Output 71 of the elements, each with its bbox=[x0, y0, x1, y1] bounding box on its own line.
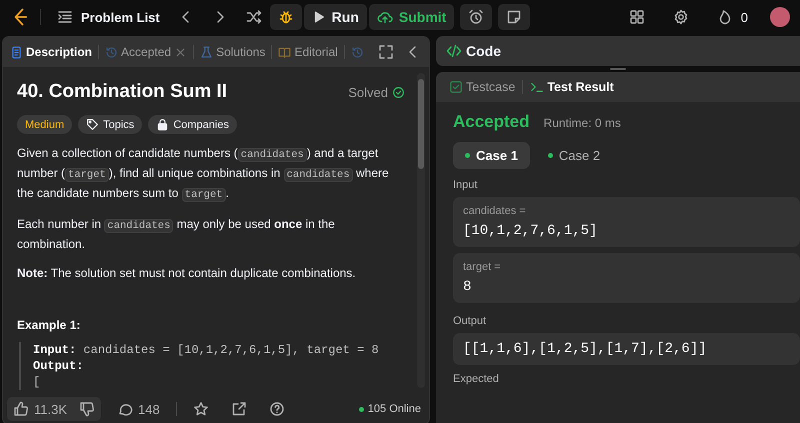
tag-chip[interactable]: Topics bbox=[78, 115, 142, 134]
submit-button[interactable]: Submit bbox=[368, 4, 454, 30]
thumbs-up-icon bbox=[13, 401, 29, 417]
book-icon bbox=[278, 46, 292, 58]
debug-button[interactable] bbox=[270, 4, 302, 30]
example-heading: Example 1: bbox=[17, 318, 82, 332]
code-panel-title: Code bbox=[466, 43, 501, 59]
flask-icon bbox=[200, 46, 214, 58]
gear-icon bbox=[672, 9, 689, 25]
tag-chip[interactable]: Companies bbox=[148, 115, 237, 134]
example-line: [ bbox=[33, 374, 42, 390]
case-tab[interactable]: Case 1 bbox=[453, 142, 530, 169]
speech-bubble-icon bbox=[117, 401, 134, 417]
code-icon bbox=[446, 43, 462, 59]
note-icon bbox=[506, 9, 522, 25]
variable-value: [10,1,2,7,6,1,5] bbox=[463, 223, 598, 239]
notes-button[interactable] bbox=[498, 4, 530, 30]
check-circle-icon bbox=[392, 86, 405, 98]
output-value: [[1,1,6],[1,2,5],[1,7],[2,6]] bbox=[463, 341, 708, 357]
tag-icon bbox=[86, 118, 100, 131]
variable-name: target = bbox=[463, 261, 502, 273]
share-icon bbox=[230, 401, 247, 417]
resize-handle[interactable] bbox=[610, 68, 626, 70]
scrollbar[interactable] bbox=[417, 73, 425, 388]
lock-icon bbox=[156, 118, 170, 131]
description-paragraph: Given a collection of candidate numbers ( candidates ) and a target number ( target ), find all unique combinations in candidates where the candidate numbers sum to target . bbox=[17, 145, 390, 204]
document-icon bbox=[10, 46, 23, 58]
problem-list-button[interactable]: Problem List bbox=[51, 5, 166, 29]
expand-icon bbox=[378, 44, 394, 60]
problem-title: 40. Combination Sum II bbox=[17, 81, 228, 103]
terminal-icon bbox=[530, 80, 544, 94]
variable-name: candidates = bbox=[463, 205, 527, 217]
run-button[interactable]: Run bbox=[304, 4, 367, 30]
panel-tab[interactable]: Testcase bbox=[446, 77, 518, 97]
cloud-upload-icon bbox=[376, 9, 393, 25]
checkbox-icon bbox=[449, 80, 463, 94]
alarm-clock-icon bbox=[468, 9, 484, 25]
case-tab[interactable]: Case 2 bbox=[536, 142, 612, 169]
panel-tab[interactable]: Editorial bbox=[275, 42, 341, 62]
panel-tab[interactable]: Accepted bbox=[102, 42, 190, 62]
avatar[interactable] bbox=[770, 7, 790, 27]
description-paragraph: Note: The solution set must not contain duplicate combinations. bbox=[17, 265, 357, 282]
list-icon bbox=[57, 9, 73, 25]
panel-tab[interactable]: Description bbox=[7, 42, 96, 62]
example-line: Input: candidates = [10,1,2,7,6,1,5], target = 8 bbox=[33, 342, 380, 358]
streak-counter[interactable]: 0 bbox=[710, 5, 754, 29]
expected-label: Expected bbox=[453, 373, 500, 385]
online-count: 105 Online bbox=[368, 403, 421, 415]
grid-icon bbox=[628, 9, 645, 25]
panel-tab[interactable]: Test Result bbox=[527, 77, 617, 97]
verdict-text: Accepted bbox=[453, 112, 530, 132]
description-paragraph: Each number in candidates may only be used once in the combination. bbox=[17, 216, 336, 253]
shuffle-icon bbox=[246, 9, 262, 25]
example-line: Output: bbox=[33, 358, 84, 374]
comments-button[interactable]: 148 bbox=[111, 397, 166, 421]
star-icon bbox=[192, 401, 209, 417]
panel-tab[interactable]: Solutions bbox=[197, 42, 268, 62]
runtime-text: Runtime: 0 ms bbox=[544, 116, 621, 130]
thumbs-down-icon bbox=[79, 401, 96, 417]
history-icon bbox=[105, 46, 118, 58]
history-icon bbox=[350, 46, 364, 58]
question-circle-icon bbox=[268, 401, 285, 417]
bug-icon bbox=[278, 9, 294, 25]
variable-value: 8 bbox=[463, 279, 472, 295]
close-icon bbox=[174, 46, 188, 58]
difficulty-tag[interactable]: Medium bbox=[17, 115, 72, 134]
timer-button[interactable] bbox=[460, 4, 492, 30]
solved-status: Solved bbox=[348, 84, 388, 100]
online-dot bbox=[358, 406, 364, 412]
output-label: Output bbox=[453, 315, 488, 327]
input-label: Input bbox=[453, 179, 478, 191]
